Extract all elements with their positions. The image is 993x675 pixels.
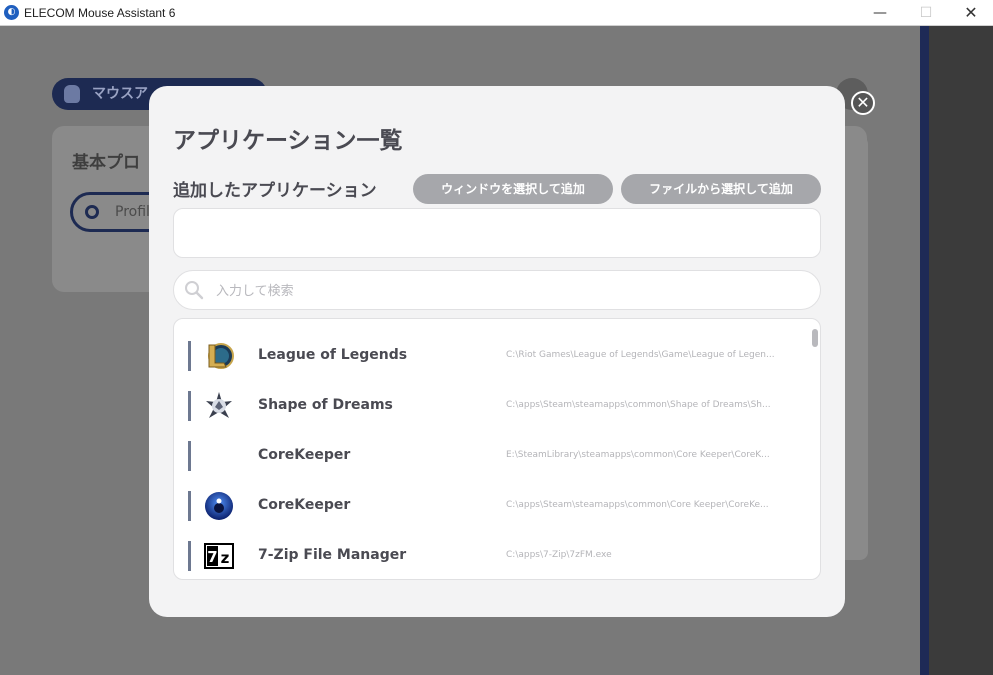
- row-indicator: [188, 491, 191, 521]
- application-row[interactable]: League of Legends C:\Riot Games\League o…: [188, 341, 798, 371]
- app-logo-icon: ◐: [4, 5, 19, 20]
- app-path: C:\apps\7-Zip\7zFM.exe: [506, 550, 612, 560]
- application-row[interactable]: Shape of Dreams C:\apps\Steam\steamapps\…: [188, 391, 798, 421]
- app-path: E:\SteamLibrary\steamapps\common\Core Ke…: [506, 450, 770, 460]
- select-file-button[interactable]: ファイルから選択して追加: [621, 174, 821, 204]
- app-name: Shape of Dreams: [258, 397, 393, 413]
- window-close-button[interactable]: ✕: [948, 0, 993, 26]
- background-side-strip: [929, 26, 993, 675]
- maximize-button[interactable]: ☐: [903, 0, 949, 26]
- svg-text:z: z: [221, 549, 230, 567]
- league-of-legends-icon: [208, 343, 234, 369]
- radio-icon: [85, 205, 99, 219]
- app-name: League of Legends: [258, 347, 408, 363]
- application-row[interactable]: CoreKeeper C:\apps\Steam\steamapps\commo…: [188, 491, 798, 521]
- row-indicator: [188, 541, 191, 571]
- select-window-button[interactable]: ウィンドウを選択して追加: [413, 174, 613, 204]
- hand-icon: [64, 85, 80, 103]
- minimize-button[interactable]: —: [857, 0, 903, 26]
- app-path: C:\Riot Games\League of Legends\Game\Lea…: [506, 350, 775, 360]
- scrollbar-thumb[interactable]: [812, 329, 818, 347]
- mouse-assign-tab-label: マウスア: [92, 86, 148, 102]
- window-title: ELECOM Mouse Assistant 6: [24, 6, 176, 20]
- title-bar: ◐ ELECOM Mouse Assistant 6 — ☐ ✕: [0, 0, 993, 26]
- added-apps-area: [173, 208, 821, 258]
- search-icon: [185, 281, 204, 300]
- app-name: CoreKeeper: [258, 497, 351, 513]
- basic-profile-title: 基本プロ: [72, 153, 140, 173]
- 7zip-icon: 7 z: [204, 543, 234, 569]
- row-indicator: [188, 441, 191, 471]
- row-indicator: [188, 341, 191, 371]
- shape-of-dreams-icon: [206, 392, 232, 418]
- app-name: 7-Zip File Manager: [258, 547, 407, 563]
- svg-text:7: 7: [207, 548, 217, 566]
- search-box[interactable]: [173, 270, 821, 310]
- search-input[interactable]: [214, 279, 808, 303]
- application-list[interactable]: League of Legends C:\Riot Games\League o…: [173, 318, 821, 580]
- background-side-accent: [920, 26, 929, 675]
- dialog-title: アプリケーション一覧: [173, 128, 403, 154]
- app-name: CoreKeeper: [258, 447, 351, 463]
- core-keeper-icon: [205, 492, 233, 520]
- application-row[interactable]: CoreKeeper E:\SteamLibrary\steamapps\com…: [188, 441, 798, 471]
- profile-label: Profil: [115, 204, 150, 220]
- app-path: C:\apps\Steam\steamapps\common\Shape of …: [506, 400, 771, 410]
- application-row[interactable]: 7 z 7-Zip File Manager C:\apps\7-Zip\7zF…: [188, 541, 798, 571]
- added-apps-label: 追加したアプリケーション: [173, 181, 377, 201]
- app-path: C:\apps\Steam\steamapps\common\Core Keep…: [506, 500, 769, 510]
- row-indicator: [188, 391, 191, 421]
- modal-close-button[interactable]: ✕: [851, 91, 875, 115]
- application-list-dialog: アプリケーション一覧 追加したアプリケーション ウィンドウを選択して追加 ファイ…: [149, 86, 845, 617]
